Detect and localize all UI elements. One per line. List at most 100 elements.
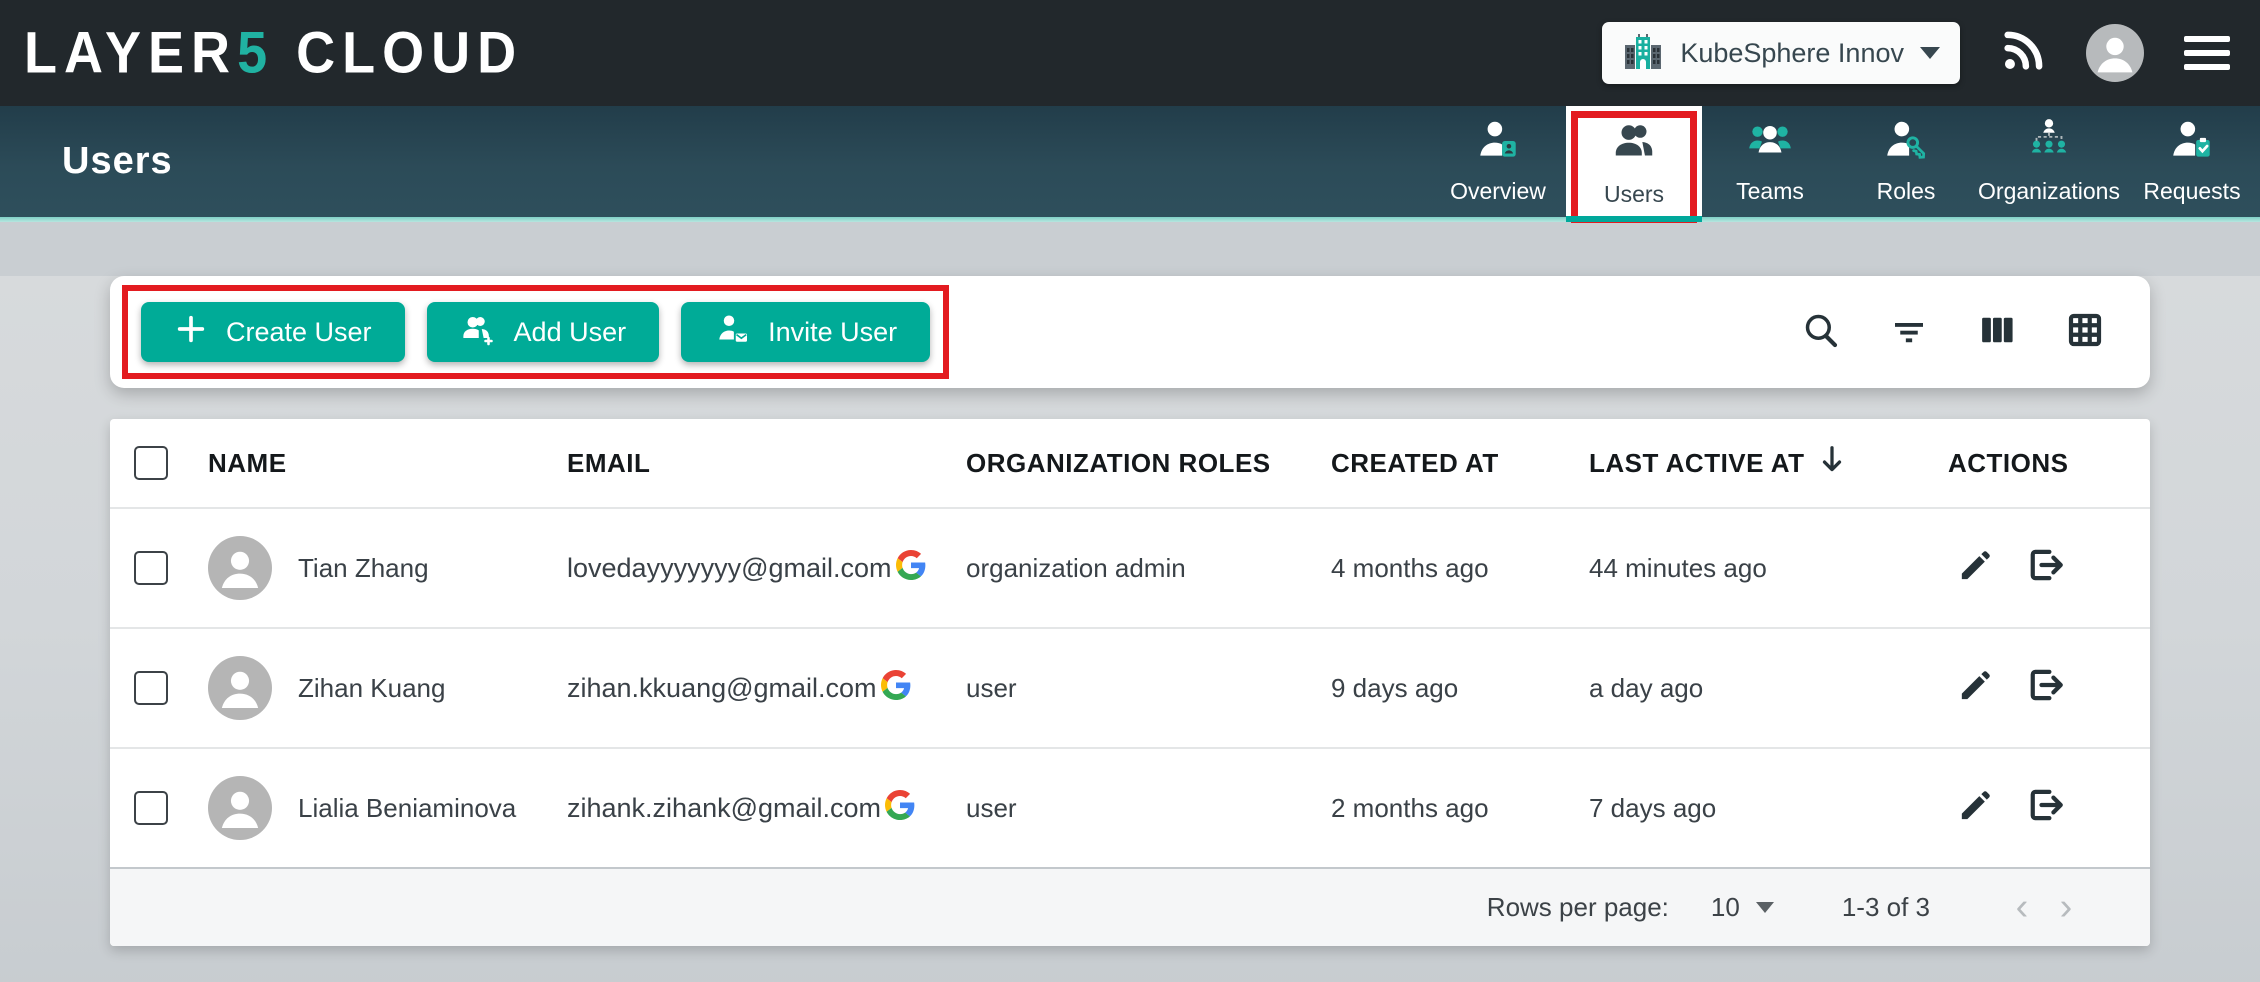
row-avatar	[208, 536, 272, 600]
plus-icon	[174, 312, 208, 353]
table-row: Lialia Beniaminova zihank.zihank@gmail.c…	[110, 747, 2150, 867]
created-at: 2 months ago	[1331, 793, 1589, 824]
google-icon	[885, 790, 915, 827]
google-icon	[896, 550, 926, 587]
button-label: Add User	[514, 317, 627, 348]
red-annotation-box-users-tab: Users	[1571, 111, 1697, 223]
table-pagination-footer: Rows per page: 10 1-3 of 3 ‹ ›	[110, 867, 2150, 946]
column-header-organization-roles[interactable]: ORGANIZATION ROLES	[966, 448, 1331, 479]
nav-item-users-active[interactable]: Users	[1566, 106, 1702, 217]
column-header-actions: ACTIONS	[1948, 448, 2150, 479]
nav-label: Teams	[1736, 178, 1804, 205]
page-content: Create User Add User	[0, 276, 2260, 982]
nav-label: Overview	[1450, 178, 1546, 205]
last-active-at: 44 minutes ago	[1589, 553, 1948, 584]
people-icon	[1609, 118, 1659, 173]
nav-item-overview[interactable]: Overview	[1430, 106, 1566, 217]
page-title: Users	[62, 140, 173, 183]
nav-item-teams[interactable]: Teams	[1702, 106, 1838, 217]
pagination-range: 1-3 of 3	[1842, 892, 1930, 923]
column-header-name[interactable]: NAME	[208, 448, 567, 479]
exit-icon[interactable]	[2024, 664, 2066, 713]
columns-icon[interactable]	[1976, 309, 2018, 356]
column-header-last-active-at[interactable]: LAST ACTIVE AT	[1589, 445, 1948, 482]
active-tab-indicator	[1566, 216, 1702, 222]
sort-desc-arrow-icon	[1818, 445, 1846, 482]
users-table: NAME EMAIL ORGANIZATION ROLES CREATED AT…	[110, 419, 2150, 946]
person-clipboard-icon	[2167, 115, 2217, 170]
org-role: user	[966, 793, 1331, 824]
table-row: Tian Zhang lovedayyyyyyy@gmail.com organ…	[110, 507, 2150, 627]
user-name: Zihan Kuang	[298, 673, 445, 704]
user-name: Tian Zhang	[298, 553, 429, 584]
search-icon[interactable]	[1800, 309, 1842, 356]
team-icon	[1745, 115, 1795, 170]
org-role: organization admin	[966, 553, 1331, 584]
edit-icon[interactable]	[1956, 665, 1996, 712]
row-avatar	[208, 656, 272, 720]
add-user-button[interactable]: Add User	[427, 302, 660, 362]
button-label: Create User	[226, 317, 372, 348]
org-hierarchy-icon	[2024, 115, 2074, 170]
logo-accent-digit: 5	[237, 21, 274, 86]
row-checkbox[interactable]	[134, 791, 168, 825]
created-at: 4 months ago	[1331, 553, 1589, 584]
org-switcher-dropdown[interactable]: KubeSphere Innov	[1602, 22, 1960, 84]
row-checkbox[interactable]	[134, 671, 168, 705]
nav-label: Organizations	[1978, 178, 2120, 205]
exit-icon[interactable]	[2024, 544, 2066, 593]
select-all-checkbox[interactable]	[134, 446, 168, 480]
table-header-row: NAME EMAIL ORGANIZATION ROLES CREATED AT…	[110, 419, 2150, 507]
row-avatar	[208, 776, 272, 840]
logo-word2: CLOUD	[296, 21, 523, 86]
person-key-icon	[1881, 115, 1931, 170]
grid-icon[interactable]	[2064, 309, 2106, 356]
column-header-email[interactable]: EMAIL	[567, 448, 966, 479]
secondary-nav-bar: Users Overview	[0, 106, 2260, 217]
org-switcher-label: KubeSphere Innov	[1680, 38, 1904, 69]
rss-icon[interactable]	[2000, 28, 2046, 79]
hamburger-menu-icon[interactable]	[2184, 36, 2230, 70]
person-add-icon	[460, 311, 496, 354]
edit-icon[interactable]	[1956, 785, 1996, 832]
column-header-created-at[interactable]: CREATED AT	[1331, 448, 1589, 479]
person-badge-icon	[1473, 115, 1523, 170]
logo-word1: LAYER	[24, 21, 237, 86]
nav-item-requests[interactable]: Requests	[2124, 106, 2260, 217]
nav-item-roles[interactable]: Roles	[1838, 106, 1974, 217]
chevron-down-icon	[1756, 902, 1774, 913]
top-bar: LAYER5 CLOUD	[0, 0, 2260, 106]
org-role: user	[966, 673, 1331, 704]
person-invite-icon	[714, 311, 750, 354]
exit-icon[interactable]	[2024, 784, 2066, 833]
button-label: Invite User	[768, 317, 897, 348]
next-page-button[interactable]: ›	[2044, 886, 2088, 929]
create-user-button[interactable]: Create User	[141, 302, 405, 362]
layer5-cloud-logo: LAYER5 CLOUD	[24, 20, 523, 87]
section-nav: Overview Users	[1430, 106, 2260, 217]
user-avatar[interactable]	[2086, 24, 2144, 82]
user-email: lovedayyyyyyy@gmail.com	[567, 553, 892, 584]
user-email: zihan.kkuang@gmail.com	[567, 673, 877, 704]
red-annotation-box-buttons: Create User Add User	[122, 285, 949, 379]
last-active-at: a day ago	[1589, 673, 1948, 704]
edit-icon[interactable]	[1956, 545, 1996, 592]
nav-label: Users	[1604, 181, 1664, 208]
created-at: 9 days ago	[1331, 673, 1589, 704]
last-active-at: 7 days ago	[1589, 793, 1948, 824]
invite-user-button[interactable]: Invite User	[681, 302, 930, 362]
table-row: Zihan Kuang zihan.kkuang@gmail.com user …	[110, 627, 2150, 747]
row-checkbox[interactable]	[134, 551, 168, 585]
previous-page-button[interactable]: ‹	[2000, 886, 2044, 929]
chevron-down-icon	[1920, 47, 1940, 59]
rows-per-page-select[interactable]: 10	[1711, 892, 1774, 923]
nav-item-organizations[interactable]: Organizations	[1974, 106, 2124, 217]
building-icon	[1622, 30, 1664, 77]
nav-label: Requests	[2143, 178, 2240, 205]
google-icon	[881, 670, 911, 707]
users-toolbar: Create User Add User	[110, 276, 2150, 388]
filter-icon[interactable]	[1888, 309, 1930, 356]
nav-label: Roles	[1877, 178, 1936, 205]
user-name: Lialia Beniaminova	[298, 793, 516, 824]
user-email: zihank.zihank@gmail.com	[567, 793, 881, 824]
